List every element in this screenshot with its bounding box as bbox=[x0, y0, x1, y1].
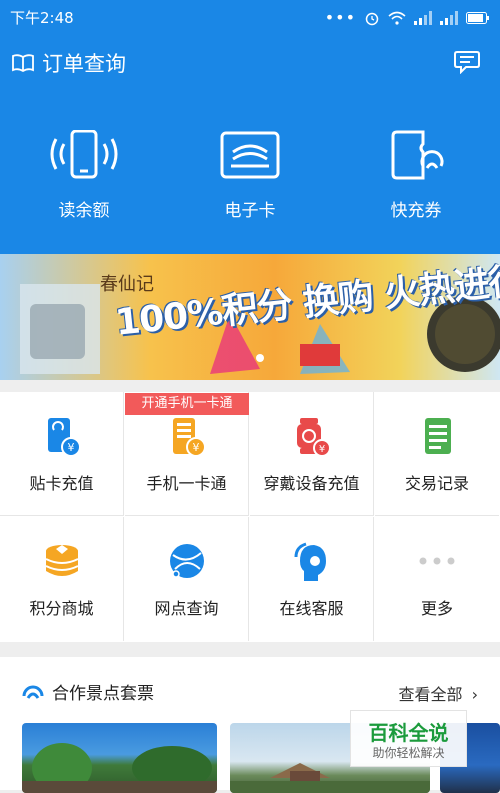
e-card-button[interactable]: 电子卡 bbox=[190, 130, 310, 221]
points-mall-button[interactable]: 积分商城 bbox=[0, 517, 124, 641]
svg-text:¥: ¥ bbox=[318, 444, 324, 455]
book-icon bbox=[12, 54, 34, 73]
wearable-icon: ¥ bbox=[292, 416, 332, 462]
quick-voucher-button[interactable]: 快充券 bbox=[356, 130, 476, 221]
svg-text:¥: ¥ bbox=[67, 441, 74, 454]
read-balance-button[interactable]: 读余额 bbox=[24, 129, 144, 221]
wearable-topup-button[interactable]: ¥ 穿戴设备充值 bbox=[250, 392, 374, 516]
globe-icon bbox=[167, 541, 207, 587]
card-topup-button[interactable]: ¥ 贴卡充值 bbox=[0, 392, 124, 516]
view-all-link[interactable]: 查看全部 › bbox=[398, 681, 478, 705]
more-label: 更多 bbox=[420, 599, 453, 618]
section-title: 合作景点套票 bbox=[52, 684, 154, 704]
points-mall-label: 积分商城 bbox=[29, 599, 94, 618]
chevron-right-icon: › bbox=[471, 685, 478, 704]
transaction-record-label: 交易记录 bbox=[404, 474, 469, 493]
quick-voucher-label: 快充券 bbox=[390, 201, 442, 221]
brand-logo-icon bbox=[22, 685, 44, 699]
customer-service-icon bbox=[292, 541, 332, 587]
svg-text:¥: ¥ bbox=[192, 441, 199, 454]
status-time: 下午2:48 bbox=[10, 9, 74, 27]
scenic-photo-art bbox=[22, 743, 217, 793]
ticket-icon bbox=[391, 130, 444, 180]
section-header: 合作景点套票 bbox=[22, 679, 154, 704]
online-service-button[interactable]: 在线客服 bbox=[250, 517, 374, 641]
more-button[interactable]: 更多 bbox=[375, 517, 499, 641]
alarm-icon bbox=[365, 12, 379, 25]
more-icon bbox=[417, 551, 457, 570]
status-icons: ••• bbox=[325, 8, 490, 27]
points-mall-icon bbox=[42, 541, 82, 587]
watermark: 百科全说 助你轻松解决 bbox=[350, 710, 467, 767]
card-topup-label: 贴卡充值 bbox=[29, 474, 94, 493]
phone-card-icon: ¥ bbox=[167, 416, 207, 462]
divider-space-2 bbox=[0, 642, 500, 657]
phone-card-label: 手机一卡通 bbox=[146, 474, 227, 493]
message-icon bbox=[454, 51, 480, 75]
scenic-photo[interactable] bbox=[22, 723, 217, 793]
more-dots-icon: ••• bbox=[324, 8, 356, 27]
transaction-record-button[interactable]: 交易记录 bbox=[375, 392, 499, 516]
outlet-query-button[interactable]: 网点查询 bbox=[125, 517, 249, 641]
order-query-label: 订单查询 bbox=[42, 52, 126, 76]
promo-tag[interactable]: 开通手机一卡通 bbox=[125, 393, 249, 415]
service-grid: ¥ 贴卡充值 ¥ 手机一卡通 ¥ 穿戴设备充值 交易记录 积分商城 网点查询 在… bbox=[0, 392, 500, 642]
battery-icon bbox=[466, 11, 489, 24]
signal-icon-2 bbox=[440, 10, 458, 25]
read-balance-label: 读余额 bbox=[58, 201, 110, 221]
view-all-label: 查看全部 bbox=[398, 685, 463, 704]
status-bar: 下午2:48 ••• bbox=[0, 0, 500, 32]
outlet-query-label: 网点查询 bbox=[154, 599, 219, 618]
watermark-subtitle: 助你轻松解决 bbox=[372, 746, 445, 760]
message-button[interactable] bbox=[454, 50, 480, 78]
card-topup-icon: ¥ bbox=[42, 416, 82, 462]
promo-banner[interactable]: 春仙记 100%积分 换购 火热进行中 bbox=[0, 254, 500, 380]
watermark-title: 百科全说 bbox=[368, 721, 449, 745]
record-icon bbox=[417, 416, 457, 462]
order-query-button[interactable]: 订单查询 bbox=[12, 48, 126, 78]
header: 订单查询 读余额 电子卡 快充券 bbox=[0, 32, 500, 254]
signal-icon bbox=[414, 10, 432, 25]
online-service-label: 在线客服 bbox=[279, 599, 344, 618]
card-icon bbox=[220, 131, 280, 179]
nfc-phone-icon bbox=[50, 129, 118, 179]
wifi-icon bbox=[388, 11, 406, 25]
wearable-topup-label: 穿戴设备充值 bbox=[263, 474, 360, 493]
e-card-label: 电子卡 bbox=[224, 201, 276, 221]
divider-space bbox=[0, 380, 500, 392]
